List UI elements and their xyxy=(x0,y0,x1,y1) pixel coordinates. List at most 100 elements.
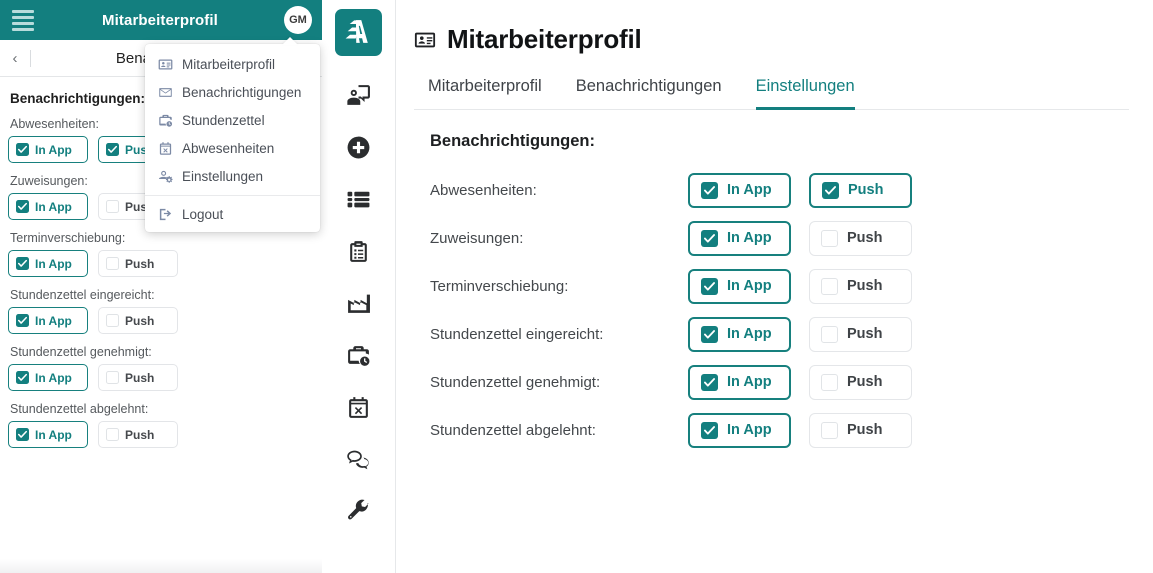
rail-list-grid-icon[interactable] xyxy=(333,173,385,225)
settings-chip-push[interactable]: Push xyxy=(809,220,912,256)
tab-einstellungen[interactable]: Einstellungen xyxy=(755,77,855,110)
rail-factory-icon[interactable] xyxy=(333,277,385,329)
checkbox-unchecked-icon xyxy=(821,325,838,343)
chip-label: In App xyxy=(727,374,772,390)
user-gear-icon xyxy=(157,168,173,184)
rail-briefcase-clock-icon[interactable] xyxy=(333,329,385,381)
settings-chip-in-app[interactable]: In App xyxy=(688,172,791,208)
chip-label: Push xyxy=(847,422,883,438)
mobile-chip-in-app[interactable]: In App xyxy=(8,136,88,163)
chip-label: Push xyxy=(125,427,155,442)
settings-row-label: Stundenzettel eingereicht: xyxy=(430,325,604,343)
dropdown-item-logout[interactable]: Logout xyxy=(145,200,320,228)
settings-chip-push[interactable]: Push xyxy=(809,316,912,352)
dropdown-item-label: Logout xyxy=(182,206,224,222)
dropdown-item-label: Mitarbeiterprofil xyxy=(182,56,276,72)
dropdown-item-benachrichtigungen[interactable]: Benachrichtigungen xyxy=(145,78,320,106)
settings-row: Zuweisungen: In App Push xyxy=(430,214,1129,262)
chip-label: In App xyxy=(35,313,72,328)
rail-item-list xyxy=(333,69,385,537)
checkbox-unchecked-icon xyxy=(106,428,119,441)
checkbox-checked-icon xyxy=(16,143,29,156)
rail-plus-circle-icon[interactable] xyxy=(333,121,385,173)
settings-row: Abwesenheiten: In App Push xyxy=(430,166,1129,214)
checkbox-checked-icon xyxy=(701,229,718,247)
dropdown-item-stundenzettel[interactable]: Stundenzettel xyxy=(145,106,320,134)
tab-bar: Mitarbeiterprofil Benachrichtigungen Einst… xyxy=(414,77,1129,110)
envelope-icon xyxy=(157,84,173,100)
page-title-row: Mitarbeiterprofil xyxy=(414,24,1129,55)
chip-label: In App xyxy=(35,199,72,214)
settings-row: Stundenzettel genehmigt: In App Push xyxy=(430,358,1129,406)
dropdown-item-mitarbeiterprofil[interactable]: Mitarbeiterprofil xyxy=(145,50,320,78)
mobile-row-label: Stundenzettel abgelehnt: xyxy=(10,402,149,416)
chip-label: Push xyxy=(847,374,883,390)
settings-chip-in-app[interactable]: In App xyxy=(688,364,791,400)
mobile-chip-row: In App Push xyxy=(8,250,312,277)
chip-label: Push xyxy=(125,256,155,271)
settings-chip-push[interactable]: Push xyxy=(809,412,912,448)
chip-label: In App xyxy=(727,422,772,438)
checkbox-checked-icon xyxy=(701,373,718,391)
chip-label: Push xyxy=(848,182,884,198)
settings-chip-group: In App Push xyxy=(688,268,912,304)
settings-chip-in-app[interactable]: In App xyxy=(688,412,791,448)
settings-chip-push[interactable]: Push xyxy=(809,364,912,400)
checkbox-unchecked-icon xyxy=(821,421,838,439)
mobile-chip-row: In App Push xyxy=(8,307,312,334)
settings-chip-group: In App Push xyxy=(688,220,912,256)
tab-mitarbeiterprofil[interactable]: Mitarbeiterprofil xyxy=(428,77,542,110)
dropdown-separator xyxy=(145,195,320,196)
mobile-row-label: Terminverschiebung: xyxy=(10,231,126,245)
dropdown-item-einstellungen[interactable]: Einstellungen xyxy=(145,162,320,190)
settings-chip-push[interactable]: Push xyxy=(809,172,912,208)
rail-chat-bubbles-icon[interactable] xyxy=(333,433,385,485)
checkbox-unchecked-icon xyxy=(106,200,119,213)
chip-label: In App xyxy=(727,326,772,342)
app-logo[interactable] xyxy=(335,9,382,56)
id-card-icon xyxy=(414,29,436,51)
mobile-chip-in-app[interactable]: In App xyxy=(8,307,88,334)
chip-label: Push xyxy=(847,230,883,246)
mobile-chip-push[interactable]: Push xyxy=(98,364,178,391)
settings-chip-group: In App Push xyxy=(688,412,912,448)
chip-label: In App xyxy=(35,256,72,271)
checkbox-checked-icon xyxy=(701,421,718,439)
tab-benachrichtigungen[interactable]: Benachrichtigungen xyxy=(576,77,722,110)
checkbox-checked-icon xyxy=(701,277,718,295)
settings-row: Stundenzettel abgelehnt: In App Push xyxy=(430,406,1129,454)
settings-row-label: Zuweisungen: xyxy=(430,229,524,247)
checkbox-checked-icon xyxy=(16,428,29,441)
settings-chip-group: In App Push xyxy=(688,364,912,400)
mobile-chip-row: In App Push xyxy=(8,364,312,391)
dropdown-item-abwesenheiten[interactable]: Abwesenheiten xyxy=(145,134,320,162)
mobile-chip-push[interactable]: Push xyxy=(98,250,178,277)
mobile-header-bar: Mitarbeiterprofil GM xyxy=(0,0,322,40)
dropdown-item-list: Mitarbeiterprofil Benachrichtigungen Stund… xyxy=(145,50,320,190)
settings-chip-group: In App Push xyxy=(688,316,912,352)
mobile-chip-push[interactable]: Push xyxy=(98,421,178,448)
settings-chip-in-app[interactable]: In App xyxy=(688,220,791,256)
settings-rows: Abwesenheiten: In App Push Zuweisungen: In A… xyxy=(430,166,1129,454)
page-title: Mitarbeiterprofil xyxy=(447,24,642,54)
rail-user-presentation-icon[interactable] xyxy=(333,69,385,121)
settings-chip-in-app[interactable]: In App xyxy=(688,316,791,352)
checkbox-checked-icon xyxy=(822,181,839,199)
settings-chip-push[interactable]: Push xyxy=(809,268,912,304)
checkbox-checked-icon xyxy=(16,200,29,213)
settings-row-label: Terminverschiebung: xyxy=(430,277,569,295)
rail-clipboard-list-icon[interactable] xyxy=(333,225,385,277)
settings-heading: Benachrichtigungen: xyxy=(430,132,596,150)
avatar[interactable]: GM xyxy=(284,6,312,34)
account-dropdown-menu[interactable]: Mitarbeiterprofil Benachrichtigungen Stund… xyxy=(145,44,320,232)
mobile-chip-in-app[interactable]: In App xyxy=(8,250,88,277)
mobile-row-label: Stundenzettel eingereicht: xyxy=(10,288,155,302)
settings-chip-in-app[interactable]: In App xyxy=(688,268,791,304)
mobile-chip-in-app[interactable]: In App xyxy=(8,421,88,448)
rail-calendar-x-icon[interactable] xyxy=(333,381,385,433)
rail-wrench-icon[interactable] xyxy=(333,485,385,537)
mobile-chip-in-app[interactable]: In App xyxy=(8,364,88,391)
checkbox-checked-icon xyxy=(16,257,29,270)
mobile-chip-in-app[interactable]: In App xyxy=(8,193,88,220)
mobile-chip-push[interactable]: Push xyxy=(98,307,178,334)
